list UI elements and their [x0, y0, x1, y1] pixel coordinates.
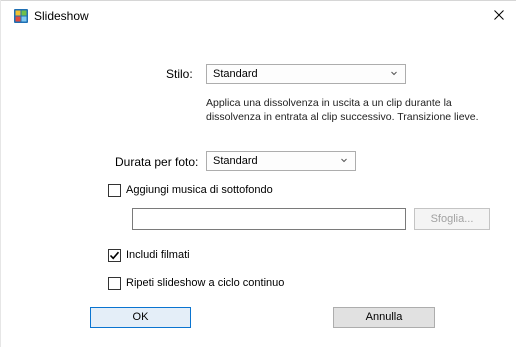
loop-slideshow-checkbox[interactable] [108, 277, 121, 290]
style-description: Applica una dissolvenza in uscita a un c… [206, 96, 506, 124]
duration-label: Durata per foto: [115, 155, 199, 169]
cancel-button[interactable]: Annulla [333, 307, 435, 328]
chevron-down-icon [341, 158, 347, 163]
style-description-line2: dissolvenza in entrata al clip successiv… [206, 111, 479, 123]
ok-button[interactable]: OK [90, 307, 191, 328]
include-videos-label[interactable]: Includi filmati [126, 248, 190, 262]
style-dropdown[interactable]: Standard [206, 64, 406, 84]
style-dropdown-value: Standard [213, 68, 258, 80]
style-description-line1: Applica una dissolvenza in uscita a un c… [206, 97, 452, 109]
music-file-input[interactable] [132, 208, 406, 230]
browse-button[interactable]: Sfoglia... [414, 208, 490, 230]
title-bar: Slideshow [0, 0, 516, 30]
slideshow-dialog: Slideshow Stilo: Standard Applica una di… [0, 0, 516, 347]
close-icon [494, 10, 504, 20]
chevron-down-icon [391, 71, 397, 76]
style-label: Stilo: [166, 67, 193, 81]
checkmark-icon [109, 251, 120, 260]
duration-dropdown-value: Standard [213, 155, 258, 167]
photo-gallery-app-icon [14, 9, 28, 23]
window-title: Slideshow [34, 9, 89, 23]
add-music-checkbox[interactable] [108, 184, 121, 197]
duration-dropdown[interactable]: Standard [206, 151, 356, 171]
include-videos-checkbox[interactable] [108, 249, 121, 262]
close-button[interactable] [484, 0, 516, 30]
window-left-edge [0, 0, 1, 347]
loop-slideshow-label[interactable]: Ripeti slideshow a ciclo continuo [126, 276, 284, 290]
add-music-label[interactable]: Aggiungi musica di sottofondo [126, 183, 273, 197]
